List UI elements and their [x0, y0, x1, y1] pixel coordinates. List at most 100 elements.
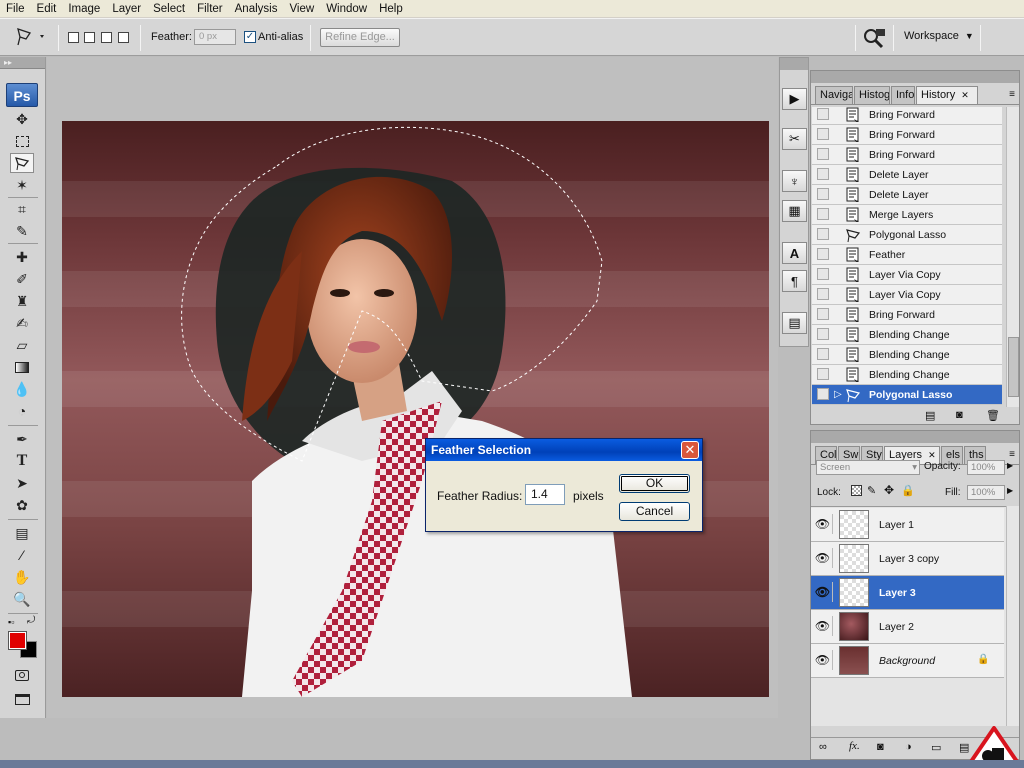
- history-item[interactable]: Bring Forward: [812, 305, 1002, 325]
- visibility-eye-icon[interactable]: 👁: [813, 616, 833, 636]
- history-snapshot-checkbox[interactable]: [817, 388, 829, 400]
- tab-history[interactable]: History ✕: [916, 86, 978, 104]
- character-icon[interactable]: A: [782, 242, 807, 264]
- panel-menu-icon[interactable]: ≡: [1009, 89, 1015, 100]
- layer-name[interactable]: Layer 3 copy: [879, 542, 939, 576]
- layers-scrollbar[interactable]: [1006, 506, 1019, 726]
- crop-tool-icon[interactable]: ⌗: [10, 199, 34, 219]
- menu-edit[interactable]: Edit: [31, 0, 63, 18]
- menu-file[interactable]: File: [0, 0, 31, 18]
- close-icon[interactable]: ✕: [928, 450, 936, 460]
- layer-row[interactable]: 👁 Background 🔒: [811, 644, 1004, 678]
- antialias-checkbox[interactable]: ✓: [244, 31, 256, 43]
- history-snapshot-checkbox[interactable]: [817, 328, 829, 340]
- history-state-slider-icon[interactable]: ▷: [834, 389, 842, 400]
- history-item[interactable]: Delete Layer: [812, 185, 1002, 205]
- brushes-icon[interactable]: ♆: [782, 170, 807, 192]
- history-item[interactable]: Bring Forward: [812, 145, 1002, 165]
- history-snapshot-checkbox[interactable]: [817, 268, 829, 280]
- history-item[interactable]: Blending Change: [812, 325, 1002, 345]
- subtract-selection-mode[interactable]: [101, 32, 112, 43]
- screen-mode-icon[interactable]: [10, 689, 34, 709]
- blend-mode-select[interactable]: Screen ▾: [816, 460, 920, 475]
- layer-row[interactable]: 👁 Layer 1: [811, 508, 1004, 542]
- layer-comps-icon[interactable]: ▤: [782, 312, 807, 334]
- add-selection-mode[interactable]: [84, 32, 95, 43]
- history-item[interactable]: Bring Forward: [812, 125, 1002, 145]
- history-snapshot-checkbox[interactable]: [817, 368, 829, 380]
- panel-menu-icon[interactable]: ≡: [1009, 449, 1015, 460]
- history-brush-icon[interactable]: ✍: [10, 313, 34, 333]
- toolbox-header[interactable]: ▸▸: [0, 57, 45, 69]
- lock-image-icon[interactable]: ✎: [867, 484, 876, 497]
- hand-tool-icon[interactable]: ✋: [10, 567, 34, 587]
- lock-all-icon[interactable]: 🔒: [901, 484, 915, 497]
- dodge-tool-icon[interactable]: ◔: [10, 401, 34, 421]
- tab-info[interactable]: Info: [891, 86, 915, 104]
- eyedropper-sample-icon[interactable]: ⁄: [10, 545, 34, 565]
- adjustment-layer-icon[interactable]: ◑: [905, 741, 912, 753]
- history-snapshot-checkbox[interactable]: [817, 248, 829, 260]
- document-canvas[interactable]: [62, 121, 769, 697]
- history-item[interactable]: Blending Change: [812, 345, 1002, 365]
- new-document-from-state-icon[interactable]: ▤: [925, 409, 935, 422]
- menu-filter[interactable]: Filter: [191, 0, 229, 18]
- zoom-tool-icon[interactable]: 🔍: [10, 589, 34, 609]
- fill-input[interactable]: 100%: [967, 485, 1005, 500]
- close-icon[interactable]: ✕: [681, 441, 699, 459]
- bridge-icon[interactable]: [862, 27, 886, 49]
- lock-position-icon[interactable]: ✥: [884, 483, 894, 497]
- type-tool-icon[interactable]: T: [10, 451, 34, 471]
- history-item[interactable]: Layer Via Copy: [812, 265, 1002, 285]
- menu-select[interactable]: Select: [147, 0, 191, 18]
- tab-histogram[interactable]: Histogr: [854, 86, 890, 104]
- history-snapshot-checkbox[interactable]: [817, 288, 829, 300]
- history-snapshot-checkbox[interactable]: [817, 128, 829, 140]
- history-snapshot-checkbox[interactable]: [817, 208, 829, 220]
- history-item[interactable]: Delete Layer: [812, 165, 1002, 185]
- quick-mask-icon[interactable]: [10, 665, 34, 685]
- history-item[interactable]: Bring Forward: [812, 107, 1002, 125]
- marquee-tool-icon[interactable]: [10, 131, 34, 151]
- layer-row[interactable]: 👁 Layer 3 copy: [811, 542, 1004, 576]
- layer-style-icon[interactable]: fx.: [849, 740, 860, 752]
- workspace-menu[interactable]: Workspace ▼: [904, 30, 974, 42]
- history-snapshot-checkbox[interactable]: [817, 348, 829, 360]
- history-snapshot-checkbox[interactable]: [817, 228, 829, 240]
- history-snapshot-checkbox[interactable]: [817, 168, 829, 180]
- gradient-tool-icon[interactable]: [10, 357, 34, 377]
- history-snapshot-checkbox[interactable]: [817, 188, 829, 200]
- tab-navigator[interactable]: Naviga: [815, 86, 853, 104]
- menu-view[interactable]: View: [283, 0, 320, 18]
- history-item[interactable]: Layer Via Copy: [812, 285, 1002, 305]
- eyedropper-icon[interactable]: ✎: [10, 221, 34, 241]
- path-selection-icon[interactable]: ➤: [10, 473, 34, 493]
- clone-source-icon[interactable]: ▦: [782, 200, 807, 222]
- healing-brush-icon[interactable]: ✚: [10, 247, 34, 267]
- close-icon[interactable]: ✕: [961, 90, 969, 100]
- feather-radius-input[interactable]: 1.4: [525, 484, 565, 505]
- link-layers-icon[interactable]: ∞: [819, 741, 827, 753]
- tool-presets-icon[interactable]: ✂: [782, 128, 807, 150]
- visibility-eye-icon[interactable]: 👁: [813, 650, 833, 670]
- menu-analysis[interactable]: Analysis: [229, 0, 284, 18]
- magic-wand-icon[interactable]: ✶: [10, 175, 34, 195]
- blur-tool-icon[interactable]: 💧: [10, 379, 34, 399]
- feather-input[interactable]: 0 px: [194, 29, 236, 45]
- cancel-button[interactable]: Cancel: [619, 502, 690, 521]
- history-item[interactable]: Merge Layers: [812, 205, 1002, 225]
- actions-icon[interactable]: ▶: [782, 88, 807, 110]
- dialog-titlebar[interactable]: Feather Selection ✕: [426, 439, 702, 461]
- default-colors-icon[interactable]: ▪▫: [8, 617, 14, 627]
- new-snapshot-icon[interactable]: ◙: [956, 409, 963, 421]
- paragraph-icon[interactable]: ¶: [782, 270, 807, 292]
- shape-tool-icon[interactable]: ✿: [10, 495, 34, 515]
- chevron-right-icon[interactable]: ▶: [1007, 486, 1013, 495]
- ok-button[interactable]: OK: [619, 474, 690, 493]
- history-snapshot-checkbox[interactable]: [817, 308, 829, 320]
- intersect-selection-mode[interactable]: [118, 32, 129, 43]
- new-selection-mode[interactable]: [68, 32, 79, 43]
- opacity-input[interactable]: 100%: [967, 460, 1005, 475]
- chevron-right-icon[interactable]: ▶: [1007, 461, 1013, 470]
- foreground-color-swatch[interactable]: [8, 631, 27, 650]
